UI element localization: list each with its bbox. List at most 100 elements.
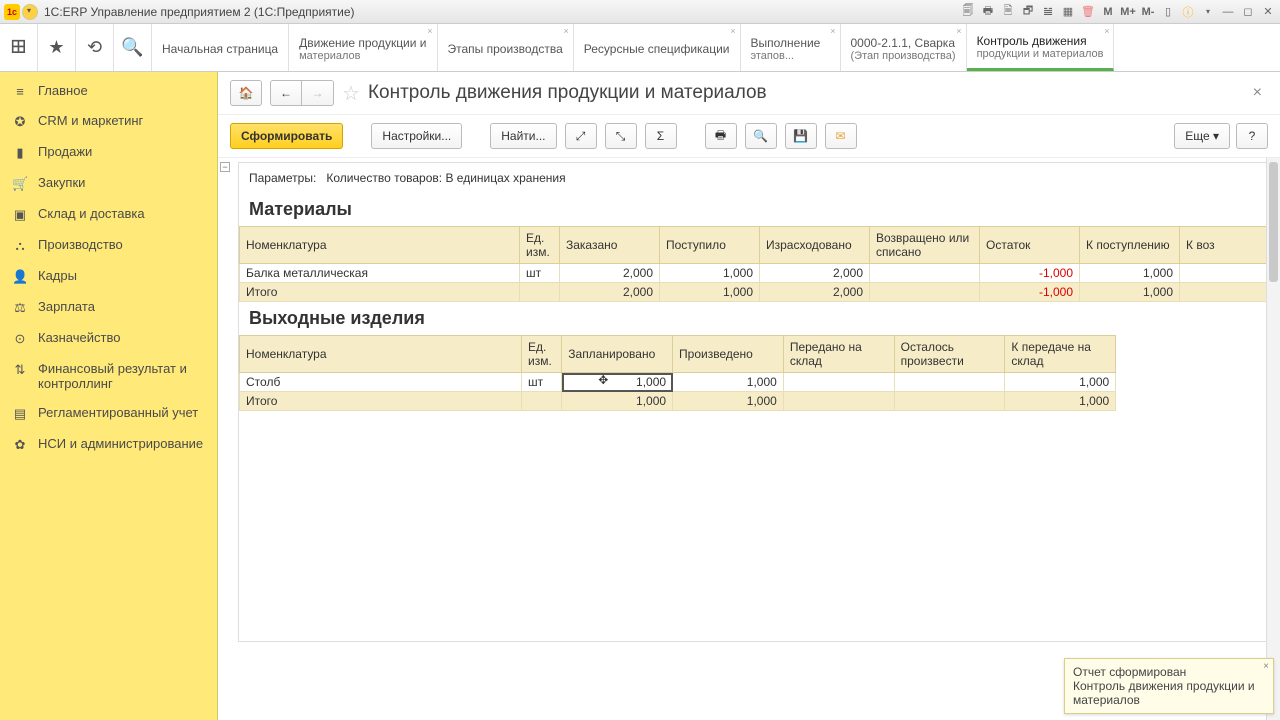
generate-button[interactable]: Сформировать xyxy=(230,123,343,149)
cart-icon: 🛒 xyxy=(12,176,28,192)
compare-icon[interactable]: 🗗 xyxy=(1020,4,1036,20)
total-planned: 1,000 xyxy=(562,392,673,411)
help-button[interactable]: ? xyxy=(1236,123,1268,149)
collapse-toggle[interactable]: − xyxy=(220,162,230,172)
panel-icon[interactable]: ▯ xyxy=(1160,4,1176,20)
minimize-button[interactable]: — xyxy=(1220,4,1236,20)
tab-execution[interactable]: × Выполнение этапов... xyxy=(741,24,841,71)
tab-welding[interactable]: × 0000-2.1.1, Сварка (Этап производства) xyxy=(841,24,967,71)
vertical-scrollbar[interactable] xyxy=(1266,158,1280,720)
cell-transfered xyxy=(783,373,894,392)
sum-icon[interactable]: Σ xyxy=(645,123,677,149)
cell-unit: шт xyxy=(521,373,561,392)
total-transfered xyxy=(783,392,894,411)
sidebar-item-warehouse[interactable]: ▣Склад и доставка xyxy=(0,199,217,230)
tag-icon: ▮ xyxy=(12,145,28,161)
preview-button[interactable]: 🔍 xyxy=(745,123,777,149)
col-toreturn: К воз xyxy=(1180,227,1271,264)
m-button[interactable]: M xyxy=(1100,4,1116,20)
sidebar-item-treasury[interactable]: ⊙Казначейство xyxy=(0,323,217,354)
close-icon[interactable]: × xyxy=(956,26,961,36)
close-icon[interactable]: × xyxy=(730,26,735,36)
m-minus-button[interactable]: M- xyxy=(1140,4,1156,20)
find-button[interactable]: Найти... xyxy=(490,123,556,149)
save-button[interactable]: 💾 xyxy=(785,123,817,149)
m-plus-button[interactable]: M+ xyxy=(1120,4,1136,20)
total-label: Итого xyxy=(240,283,520,302)
sidebar-item-nsi[interactable]: ✿НСИ и администрирование xyxy=(0,429,217,460)
cell-rest: -1,000 xyxy=(980,264,1080,283)
toast-notification[interactable]: × Отчет сформирован Контроль движения пр… xyxy=(1064,658,1274,714)
sidebar-item-purchases[interactable]: 🛒Закупки xyxy=(0,168,217,199)
sidebar-item-finance[interactable]: ⇅Финансовый результат и контроллинг xyxy=(0,354,217,398)
doc-icon[interactable]: 🗎 xyxy=(1000,4,1016,20)
toast-title: Отчет сформирован xyxy=(1073,665,1265,679)
info-icon[interactable]: ⓘ xyxy=(1180,4,1196,20)
forward-button[interactable]: → xyxy=(302,80,334,106)
cell-toret xyxy=(1180,264,1271,283)
print-icon[interactable]: 🖶 xyxy=(980,4,996,20)
tab-control[interactable]: × Контроль движения продукции и материал… xyxy=(967,24,1115,71)
sidebar-item-label: Регламентированный учет xyxy=(38,405,198,420)
maximize-button[interactable]: ◻ xyxy=(1240,4,1256,20)
close-icon[interactable]: × xyxy=(830,26,835,36)
cell-planned[interactable]: ✥ 1,000 xyxy=(562,373,673,392)
cell-toreceive: 1,000 xyxy=(1080,264,1180,283)
tab-home[interactable]: Начальная страница xyxy=(152,24,289,71)
favorite-star-icon[interactable]: ☆ xyxy=(342,81,360,106)
settings-button[interactable]: Настройки... xyxy=(371,123,462,149)
col-unit: Ед. изм. xyxy=(521,336,561,373)
total-left xyxy=(894,392,1005,411)
scrollbar-thumb[interactable] xyxy=(1269,162,1278,282)
favorite-icon[interactable]: ★ xyxy=(38,24,76,71)
sidebar-item-salary[interactable]: ⚖Зарплата xyxy=(0,292,217,323)
collapse-icon[interactable]: ⤡ xyxy=(605,123,637,149)
sidebar-item-production[interactable]: ⛬Производство xyxy=(0,230,217,261)
sidebar-item-label: Производство xyxy=(38,237,123,252)
report-area: − Параметры: Количество товаров: В едини… xyxy=(218,158,1280,720)
back-button[interactable]: ← xyxy=(270,80,302,106)
col-planned: Запланировано xyxy=(562,336,673,373)
mail-button[interactable]: ✉ xyxy=(825,123,857,149)
total-rest: -1,000 xyxy=(980,283,1080,302)
toolbar-icon[interactable]: 🗐 xyxy=(960,4,976,20)
apps-grid-icon[interactable]: 𐌎 xyxy=(0,24,38,71)
tab-movement[interactable]: × Движение продукции и материалов xyxy=(289,24,437,71)
book-icon: ▤ xyxy=(12,406,28,422)
sidebar-item-main[interactable]: ≡Главное xyxy=(0,76,217,106)
table-row[interactable]: Столб шт ✥ 1,000 1,000 1,000 xyxy=(240,373,1116,392)
dropdown-icon[interactable]: ▾ xyxy=(1200,4,1216,20)
tab-sublabel: (Этап производства) xyxy=(851,50,956,62)
close-page-button[interactable]: × xyxy=(1247,84,1268,102)
print-button[interactable]: 🖶 xyxy=(705,123,737,149)
more-label: Еще xyxy=(1185,129,1209,143)
close-icon[interactable]: × xyxy=(1104,26,1109,36)
sidebar-item-hr[interactable]: 👤Кадры xyxy=(0,261,217,292)
history-icon[interactable]: ⟲ xyxy=(76,24,114,71)
trash-icon[interactable]: 🗑 xyxy=(1080,4,1096,20)
sidebar-item-sales[interactable]: ▮Продажи xyxy=(0,137,217,168)
table-header-row: Номенклатура Ед. изм. Заказано Поступило… xyxy=(240,227,1271,264)
table-row[interactable]: Балка металлическая шт 2,000 1,000 2,000… xyxy=(240,264,1271,283)
col-spent: Израсходовано xyxy=(760,227,870,264)
tab-stages[interactable]: × Этапы производства xyxy=(438,24,574,71)
col-name: Номенклатура xyxy=(240,336,522,373)
more-button[interactable]: Еще ▾ xyxy=(1174,123,1230,149)
col-rest: Остаток xyxy=(980,227,1080,264)
sidebar-item-accounting[interactable]: ▤ Регламентированный учет xyxy=(0,398,217,429)
close-icon[interactable]: × xyxy=(1263,661,1269,672)
close-icon[interactable]: × xyxy=(563,26,568,36)
close-button[interactable]: ✕ xyxy=(1260,4,1276,20)
calendar-icon[interactable]: ▦ xyxy=(1060,4,1076,20)
home-button[interactable]: 🏠 xyxy=(230,80,262,106)
cell-received: 1,000 xyxy=(660,264,760,283)
tab-specs[interactable]: × Ресурсные спецификации xyxy=(574,24,741,71)
calc-icon[interactable]: 𝌡 xyxy=(1040,4,1056,20)
total-spent: 2,000 xyxy=(760,283,870,302)
sidebar-item-crm[interactable]: ✪CRM и маркетинг xyxy=(0,106,217,137)
search-icon[interactable]: 🔍 xyxy=(114,24,152,71)
app-menu-button[interactable] xyxy=(22,4,38,20)
close-icon[interactable]: × xyxy=(427,26,432,36)
expand-icon[interactable]: ⤢ xyxy=(565,123,597,149)
col-produced: Произведено xyxy=(673,336,784,373)
